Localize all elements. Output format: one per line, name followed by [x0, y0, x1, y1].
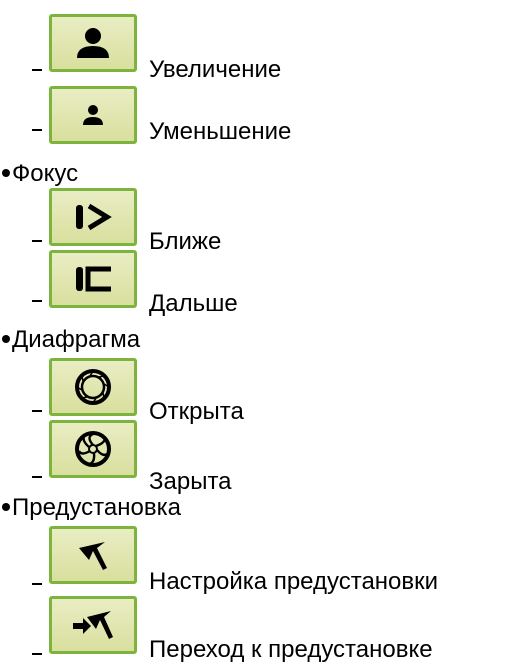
zoom-out-person-icon: [83, 105, 103, 125]
list-dash: [32, 583, 42, 585]
list-dash: [32, 69, 42, 71]
zoom-out-label: Уменьшение: [149, 118, 292, 145]
list-dash: [32, 653, 42, 655]
focus-near-icon: [76, 203, 112, 231]
list-dash: [32, 300, 42, 302]
preset-set-icon: [79, 542, 107, 570]
preset-goto-button[interactable]: [49, 596, 137, 654]
preset-goto-icon: [73, 611, 113, 639]
iris-close-button[interactable]: [49, 420, 137, 478]
iris-open-button[interactable]: [49, 358, 137, 416]
iris-close-icon: [75, 431, 111, 467]
focus-near-label: Ближе: [149, 228, 222, 255]
focus-far-button[interactable]: [49, 250, 137, 308]
iris-open-label: Открыта: [149, 398, 244, 425]
iris-open-icon: [75, 369, 111, 405]
zoom-in-person-icon: [77, 28, 109, 58]
iris-close-label: Зарыта: [149, 468, 232, 495]
section-heading-iris: Диафрагма: [0, 326, 140, 354]
zoom-out-button[interactable]: [49, 86, 137, 144]
list-dash: [32, 476, 42, 478]
list-dash: [32, 410, 42, 412]
section-heading-preset: Предустановка: [0, 494, 181, 522]
focus-near-button[interactable]: [49, 188, 137, 246]
preset-goto-label: Переход к предустановке: [149, 636, 433, 663]
focus-far-icon: [76, 266, 111, 292]
zoom-in-button[interactable]: [49, 14, 137, 72]
section-heading-focus: Фокус: [0, 160, 78, 188]
focus-far-label: Дальше: [149, 290, 238, 317]
zoom-in-label: Увеличение: [149, 56, 282, 83]
preset-set-button[interactable]: [49, 526, 137, 584]
list-dash: [32, 129, 42, 131]
list-dash: [32, 240, 42, 242]
preset-set-label: Настройка предустановки: [149, 568, 439, 595]
